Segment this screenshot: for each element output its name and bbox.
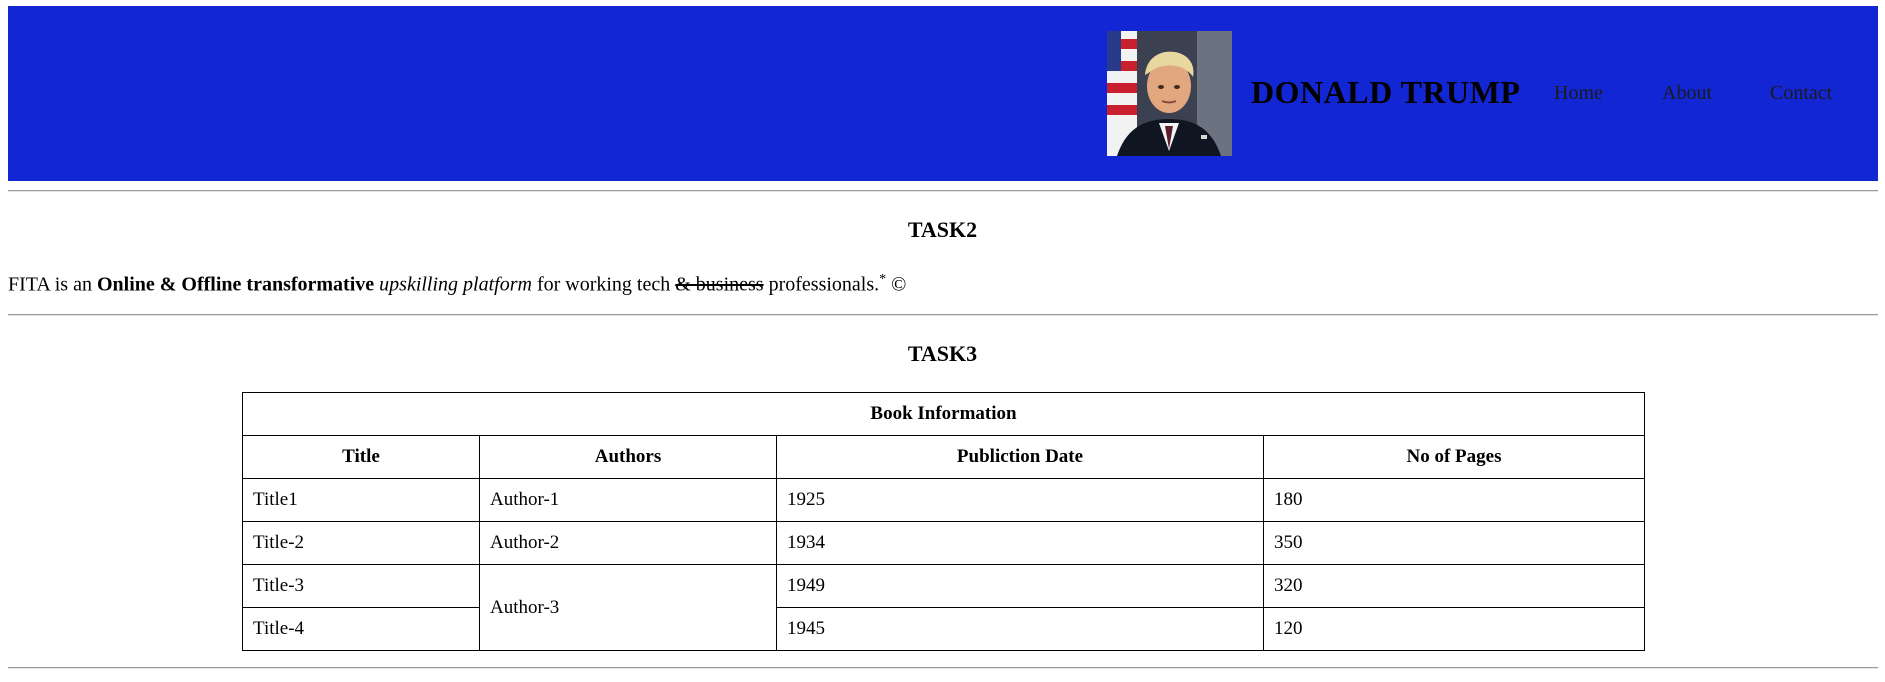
table-row: Title-3 Author-3 1949 320: [242, 564, 1645, 651]
cell-author: Author-1: [479, 478, 777, 522]
cell-date: 1925: [776, 478, 1264, 522]
table-row: Title-4 1945 120: [242, 607, 1645, 651]
column-header-publication-date: Publiction Date: [776, 435, 1264, 479]
cell-pages: 120: [1263, 607, 1645, 651]
copyright-symbol: ©: [886, 273, 907, 296]
nav-link-contact[interactable]: Contact: [1770, 82, 1832, 105]
portrait-image: [1107, 31, 1232, 156]
fita-paragraph: FITA is an Online & Offline transformati…: [8, 272, 906, 297]
text-segment: for working tech: [531, 273, 676, 296]
strikethrough-text: & business: [675, 273, 764, 296]
table-caption: Book Information: [242, 392, 1645, 436]
italic-text: upskilling platform: [379, 273, 532, 296]
cell-title: Title-4: [242, 607, 480, 651]
cell-author: Author-3: [479, 564, 777, 651]
cell-pages: 320: [1263, 564, 1645, 608]
table-caption-row: Book Information: [242, 392, 1645, 436]
avatar: [1107, 31, 1232, 156]
divider: [8, 667, 1878, 669]
cell-title: Title1: [242, 478, 480, 522]
book-information-table: Book Information Title Authors Publictio…: [242, 392, 1645, 651]
table-row: Title-2 Author-2 1934 350: [242, 521, 1645, 565]
cell-title: Title-3: [242, 564, 480, 608]
site-header: DONALD TRUMP Home About Contact: [8, 6, 1878, 181]
brand-name: DONALD TRUMP: [1251, 74, 1521, 110]
divider: [8, 190, 1878, 192]
nav-link-home[interactable]: Home: [1554, 82, 1603, 105]
bold-text: Online & Offline transformative: [96, 273, 375, 296]
text-segment: professionals.: [763, 273, 880, 296]
cell-date: 1949: [776, 564, 1264, 608]
cell-date: 1945: [776, 607, 1264, 651]
column-header-pages: No of Pages: [1263, 435, 1645, 479]
column-header-authors: Authors: [479, 435, 777, 479]
column-header-title: Title: [242, 435, 480, 479]
cell-pages: 180: [1263, 478, 1645, 522]
cell-author: Author-2: [479, 521, 777, 565]
cell-pages: 350: [1263, 521, 1645, 565]
text-segment: FITA is an: [8, 273, 97, 296]
section-title-task3: TASK3: [907, 341, 978, 366]
cell-date: 1934: [776, 521, 1264, 565]
section-title-task2: TASK2: [907, 217, 978, 242]
divider: [8, 314, 1878, 316]
table-row: Title1 Author-1 1925 180: [242, 478, 1645, 522]
table-header-row: Title Authors Publiction Date No of Page…: [242, 435, 1645, 479]
cell-title: Title-2: [242, 521, 480, 565]
nav-link-about[interactable]: About: [1662, 82, 1712, 105]
